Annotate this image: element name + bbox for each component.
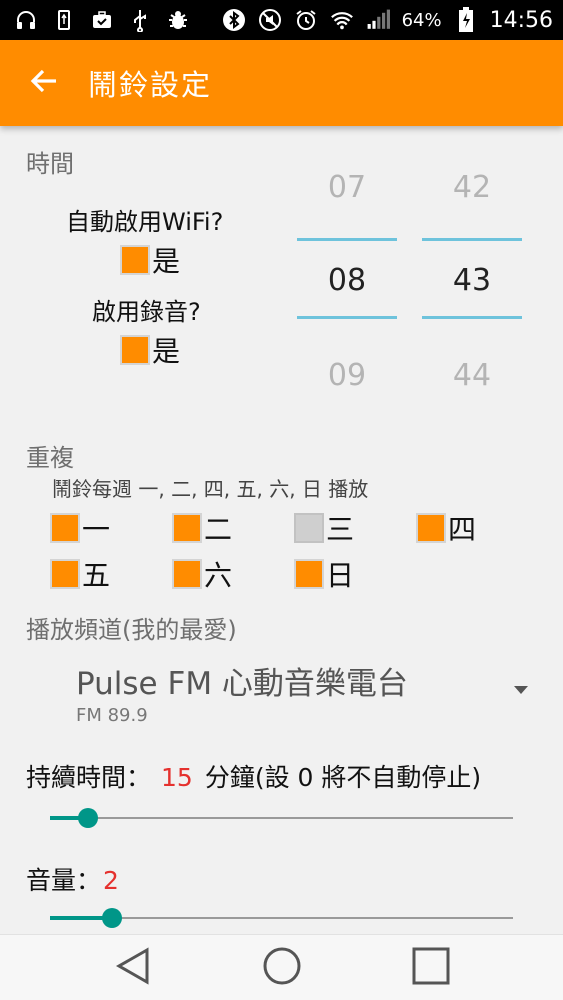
hour-picker-divider-bottom (297, 316, 397, 319)
day-checkbox-box[interactable] (294, 513, 324, 543)
status-time: 14:56 (489, 7, 553, 33)
nav-back-button[interactable] (108, 943, 158, 993)
volume-label: 音量： (26, 866, 102, 895)
mute-icon (258, 8, 282, 32)
nav-recents-button[interactable] (406, 943, 456, 993)
battery-charging-icon (454, 7, 478, 32)
volume-slider-thumb[interactable] (102, 908, 122, 928)
wifi-icon (330, 8, 354, 32)
day-checkbox-box[interactable] (50, 513, 80, 543)
minute-picker-divider-bottom (422, 316, 522, 319)
usb-icon (52, 8, 76, 32)
day-label: 五 (82, 559, 111, 592)
duration-label: 持續時間： (26, 763, 152, 792)
signal-icon (366, 8, 390, 32)
headphones-icon (14, 8, 38, 32)
wifi-checkbox-label: 是 (152, 245, 181, 278)
wifi-question: 自動啟用WiFi? (66, 208, 224, 236)
duration-slider-track[interactable] (50, 817, 513, 819)
day-checkbox-wed[interactable]: 三 (294, 508, 354, 548)
day-label: 三 (326, 513, 355, 546)
repeat-description: 鬧鈴每週 一, 二, 四, 五, 六, 日 播放 (52, 477, 369, 501)
day-checkbox-sat[interactable]: 六 (172, 554, 232, 594)
day-label: 一 (82, 513, 111, 546)
hour-current[interactable]: 08 (297, 263, 397, 298)
alarm-settings-content: 時間 自動啟用WiFi? 是 啟用錄音? 是 07 08 09 42 43 44… (0, 126, 563, 934)
navigation-bar (0, 934, 563, 1000)
triangle-back-icon (115, 947, 151, 989)
dropdown-arrow-icon (514, 686, 528, 694)
minute-picker-divider-top (422, 238, 522, 241)
page-title: 鬧鈴設定 (88, 68, 213, 102)
repeat-section-label: 重複 (26, 444, 74, 472)
circle-home-icon (262, 946, 302, 990)
day-checkbox-sun[interactable]: 日 (294, 554, 354, 594)
bluetooth-icon (222, 8, 246, 32)
hour-prev[interactable]: 07 (297, 170, 397, 205)
app-bar: 鬧鈴設定 (0, 40, 563, 126)
day-label: 二 (204, 513, 233, 546)
volume-row: 音量： 2 (26, 861, 119, 897)
volume-value: 2 (103, 866, 119, 895)
bug-icon (166, 8, 190, 32)
time-section-label: 時間 (26, 150, 74, 178)
day-label: 四 (448, 513, 477, 546)
square-recents-icon (412, 947, 450, 989)
minute-prev[interactable]: 42 (422, 170, 522, 205)
day-label: 六 (204, 559, 233, 592)
day-checkbox-box[interactable] (172, 559, 202, 589)
duration-suffix: 分鐘(設 0 將不自動停止) (204, 763, 482, 792)
battery-percent: 64% (401, 9, 442, 31)
record-checkbox-box[interactable] (120, 335, 150, 365)
wifi-checkbox-box[interactable] (120, 245, 150, 275)
day-checkbox-fri[interactable]: 五 (50, 554, 110, 594)
day-checkbox-box[interactable] (172, 513, 202, 543)
duration-slider-thumb[interactable] (78, 808, 98, 828)
day-label: 日 (326, 559, 355, 592)
briefcase-icon (90, 8, 114, 32)
arrow-left-icon (30, 67, 58, 99)
wifi-checkbox[interactable]: 是 (120, 240, 180, 280)
alarm-icon (294, 8, 318, 32)
day-checkbox-mon[interactable]: 一 (50, 508, 110, 548)
hour-next[interactable]: 09 (297, 358, 397, 393)
status-bar: 64% 14:56 (0, 0, 563, 40)
hour-picker-divider-top (297, 238, 397, 241)
status-bar-right: 64% 14:56 (222, 7, 553, 33)
day-checkbox-box[interactable] (416, 513, 446, 543)
day-checkbox-thu[interactable]: 四 (416, 508, 476, 548)
duration-value: 15 (161, 763, 193, 792)
day-checkbox-box[interactable] (50, 559, 80, 589)
usb-debug-icon (128, 8, 152, 32)
day-checkbox-tue[interactable]: 二 (172, 508, 232, 548)
record-question: 啟用錄音? (92, 298, 201, 326)
nav-home-button[interactable] (257, 943, 307, 993)
record-checkbox-label: 是 (152, 335, 181, 368)
channel-selected-frequency: FM 89.9 (76, 705, 148, 726)
channel-selected-title: Pulse FM 心動音樂電台 (76, 666, 408, 702)
minute-current[interactable]: 43 (422, 263, 522, 298)
back-button[interactable] (0, 40, 88, 126)
record-checkbox[interactable]: 是 (120, 330, 180, 370)
minute-next[interactable]: 44 (422, 358, 522, 393)
status-bar-left (14, 8, 190, 32)
duration-row: 持續時間： 15 分鐘(設 0 將不自動停止) (26, 758, 481, 794)
day-checkbox-box[interactable] (294, 559, 324, 589)
channel-section-label: 播放頻道(我的最愛) (26, 616, 237, 644)
